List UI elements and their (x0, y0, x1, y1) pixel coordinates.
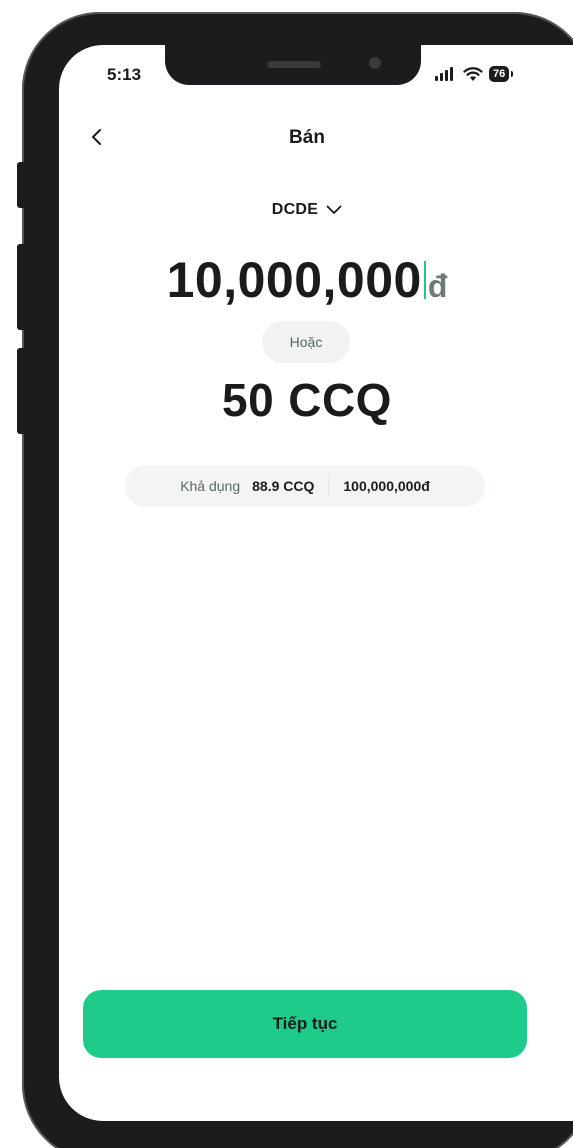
status-icons: 76 (435, 65, 514, 83)
status-time: 5:13 (107, 65, 142, 84)
units-value: 50 (222, 374, 275, 426)
phone-mute-switch (17, 162, 25, 208)
text-cursor (423, 261, 426, 299)
phone-screen: 5:13 76 Bán DCDE 10,000,000 đ Hoặc 50 CC… (59, 45, 573, 1121)
app-screenshot: 5:13 76 Bán DCDE 10,000,000 đ Hoặc 50 CC… (0, 0, 573, 1148)
page-title: Bán (289, 127, 325, 148)
fund-selector[interactable]: DCDE (59, 201, 555, 219)
amount-value: 10,000,000 (166, 252, 422, 308)
signal-icon (435, 67, 453, 81)
phone-volume-up-button (17, 244, 25, 330)
chevron-down-icon (326, 205, 342, 214)
fund-selector-value: DCDE (271, 201, 319, 218)
available-balance: Khả dụng 88.9 CCQ 100,000,000đ (125, 465, 485, 507)
wifi-icon (463, 66, 483, 81)
units-label: CCQ (288, 374, 392, 426)
amount-input[interactable]: 10,000,000 đ (59, 251, 555, 309)
continue-button[interactable]: Tiếp tục (83, 990, 527, 1058)
available-label: Khả dụng (180, 478, 241, 494)
available-units: 88.9 CCQ (252, 476, 330, 496)
units-input[interactable]: 50 CCQ (59, 373, 555, 427)
available-value: 100,000,000đ (343, 478, 430, 494)
phone-volume-down-button (17, 348, 25, 434)
battery-icon: 76 (489, 66, 514, 82)
phone-notch (165, 45, 421, 85)
front-camera (369, 57, 381, 69)
speaker-grille (267, 61, 321, 68)
or-separator: Hoặc (262, 321, 350, 363)
amount-currency: đ (427, 268, 448, 304)
